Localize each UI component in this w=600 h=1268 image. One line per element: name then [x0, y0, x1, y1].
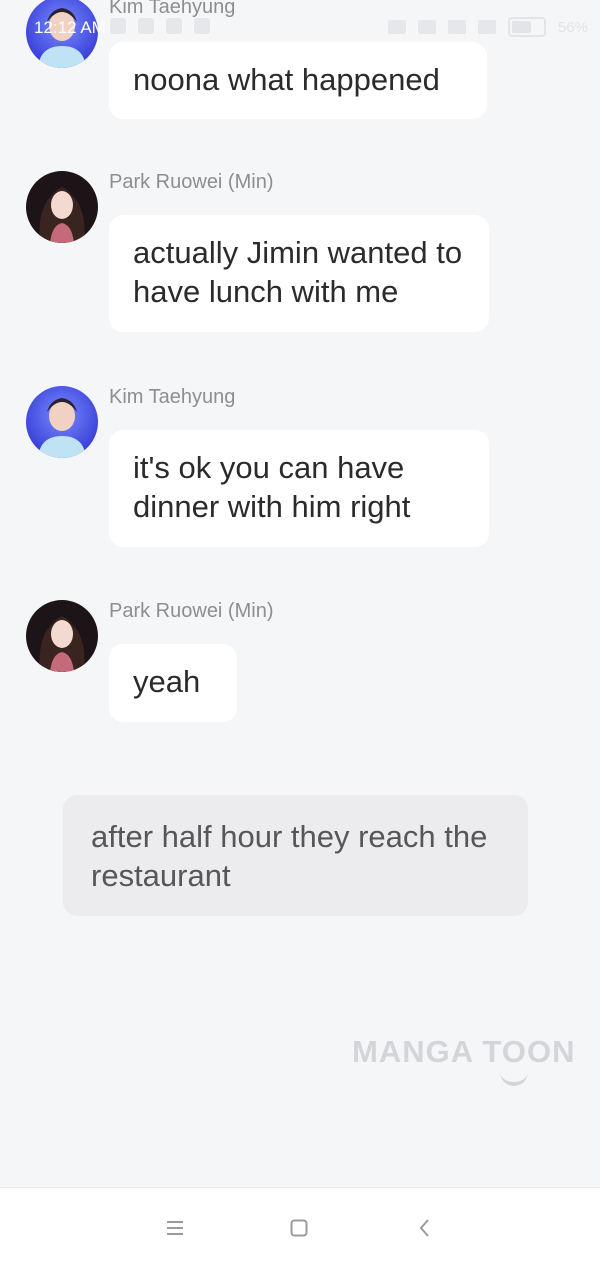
message-bubble: actually Jimin wanted to have lunch with… — [109, 215, 489, 332]
message-bubble: noona what happened — [109, 42, 487, 119]
signal-icon — [417, 20, 436, 34]
narration-box: after half hour they reach the restauran… — [63, 795, 528, 916]
notification-icons — [110, 18, 210, 34]
message-bubble: yeah — [109, 644, 237, 722]
notification-icon — [166, 18, 182, 34]
wifi-icon — [477, 20, 496, 34]
status-time: 12:12 AM — [34, 18, 106, 37]
signal-icon — [447, 20, 466, 34]
watermark-smile-icon — [500, 1068, 528, 1086]
navigation-bar — [0, 1187, 600, 1268]
kim-taehyung-avatar[interactable] — [26, 386, 98, 458]
notification-icon — [138, 18, 154, 34]
watermark-logo: MANGA TOON — [352, 1034, 576, 1069]
sender-name: Kim Taehyung — [109, 386, 236, 408]
sender-name: Park Ruowei (Min) — [109, 171, 274, 193]
sender-name: Park Ruowei (Min) — [109, 600, 274, 622]
notification-icon — [110, 18, 126, 34]
home-icon[interactable] — [285, 1214, 313, 1242]
notification-icon — [194, 18, 210, 34]
status-right: 56% — [387, 17, 588, 37]
status-bar: 12:12 AM 56% — [0, 0, 600, 44]
park-ruowei-avatar[interactable] — [26, 600, 98, 672]
menu-icon[interactable] — [161, 1214, 189, 1242]
park-ruowei-avatar[interactable] — [26, 171, 98, 243]
battery-icon — [507, 17, 546, 37]
back-icon[interactable] — [411, 1214, 439, 1242]
message-bubble: it's ok you can have dinner with him rig… — [109, 430, 489, 547]
battery-percent: 56% — [557, 18, 588, 36]
bluetooth-icon — [387, 20, 406, 34]
